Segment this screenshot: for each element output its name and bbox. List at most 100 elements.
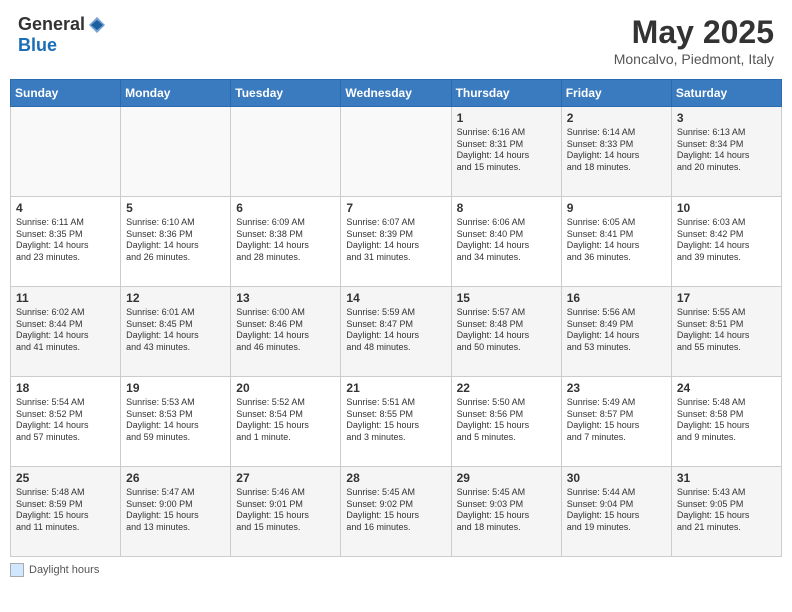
calendar-cell: 16 Sunrise: 5:56 AM Sunset: 8:49 PM Dayli… xyxy=(561,287,671,377)
day-number: 21 xyxy=(346,381,445,395)
calendar-cell: 22 Sunrise: 5:50 AM Sunset: 8:56 PM Dayli… xyxy=(451,377,561,467)
calendar-cell: 6 Sunrise: 6:09 AM Sunset: 8:38 PM Daylig… xyxy=(231,197,341,287)
day-info: Sunrise: 5:52 AM Sunset: 8:54 PM Dayligh… xyxy=(236,397,335,444)
day-info: Sunrise: 5:57 AM Sunset: 8:48 PM Dayligh… xyxy=(457,307,556,354)
day-info: Sunrise: 5:47 AM Sunset: 9:00 PM Dayligh… xyxy=(126,487,225,534)
day-info: Sunrise: 6:00 AM Sunset: 8:46 PM Dayligh… xyxy=(236,307,335,354)
calendar-cell: 15Sunrise: 5:57 AM Sunset: 8:48 PM Dayli… xyxy=(451,287,561,377)
day-info: Sunrise: 5:51 AM Sunset: 8:55 PM Dayligh… xyxy=(346,397,445,444)
day-info: Sunrise: 6:09 AM Sunset: 8:38 PM Dayligh… xyxy=(236,217,335,264)
day-info: Sunrise: 5:59 AM Sunset: 8:47 PM Dayligh… xyxy=(346,307,445,354)
day-number: 9 xyxy=(567,201,666,215)
calendar-week-5: 25Sunrise: 5:48 AM Sunset: 8:59 PM Dayli… xyxy=(11,467,782,557)
day-number: 24 xyxy=(677,381,776,395)
legend: Daylight hours xyxy=(10,563,782,577)
day-number: 26 xyxy=(126,471,225,485)
calendar-cell: 11 Sunrise: 6:02 AM Sunset: 8:44 PM Dayli… xyxy=(11,287,121,377)
calendar-cell: 30 Sunrise: 5:44 AM Sunset: 9:04 PM Dayli… xyxy=(561,467,671,557)
day-info: Sunrise: 6:14 AM Sunset: 8:33 PM Dayligh… xyxy=(567,127,666,174)
day-info: Sunrise: 5:43 AM Sunset: 9:05 PM Dayligh… xyxy=(677,487,776,534)
day-number: 2 xyxy=(567,111,666,125)
calendar-cell: 26 Sunrise: 5:47 AM Sunset: 9:00 PM Dayli… xyxy=(121,467,231,557)
day-info: Sunrise: 5:50 AM Sunset: 8:56 PM Dayligh… xyxy=(457,397,556,444)
calendar-header-tuesday: Tuesday xyxy=(231,80,341,107)
day-number: 3 xyxy=(677,111,776,125)
day-number: 23 xyxy=(567,381,666,395)
day-number: 8 xyxy=(457,201,556,215)
calendar-cell: 8Sunrise: 6:06 AM Sunset: 8:40 PM Daylig… xyxy=(451,197,561,287)
day-info: Sunrise: 6:13 AM Sunset: 8:34 PM Dayligh… xyxy=(677,127,776,174)
day-number: 10 xyxy=(677,201,776,215)
calendar-cell: 12Sunrise: 6:01 AM Sunset: 8:45 PM Dayli… xyxy=(121,287,231,377)
day-info: Sunrise: 6:10 AM Sunset: 8:36 PM Dayligh… xyxy=(126,217,225,264)
day-number: 5 xyxy=(126,201,225,215)
day-info: Sunrise: 5:45 AM Sunset: 9:02 PM Dayligh… xyxy=(346,487,445,534)
legend-box xyxy=(10,563,24,577)
calendar-table: SundayMondayTuesdayWednesdayThursdayFrid… xyxy=(10,79,782,557)
calendar-header-thursday: Thursday xyxy=(451,80,561,107)
day-number: 27 xyxy=(236,471,335,485)
calendar-cell: 28 Sunrise: 5:45 AM Sunset: 9:02 PM Dayli… xyxy=(341,467,451,557)
calendar-cell: 1Sunrise: 6:16 AM Sunset: 8:31 PM Daylig… xyxy=(451,107,561,197)
page-header: General Blue May 2025 Moncalvo, Piedmont… xyxy=(10,10,782,71)
day-number: 19 xyxy=(126,381,225,395)
calendar-cell: 23 Sunrise: 5:49 AM Sunset: 8:57 PM Dayli… xyxy=(561,377,671,467)
day-number: 28 xyxy=(346,471,445,485)
calendar-cell: 25Sunrise: 5:48 AM Sunset: 8:59 PM Dayli… xyxy=(11,467,121,557)
day-info: Sunrise: 5:46 AM Sunset: 9:01 PM Dayligh… xyxy=(236,487,335,534)
legend-label: Daylight hours xyxy=(29,564,99,576)
location-text: Moncalvo, Piedmont, Italy xyxy=(614,51,774,67)
calendar-week-1: 1Sunrise: 6:16 AM Sunset: 8:31 PM Daylig… xyxy=(11,107,782,197)
calendar-cell: 19 Sunrise: 5:53 AM Sunset: 8:53 PM Dayli… xyxy=(121,377,231,467)
calendar-cell: 2 Sunrise: 6:14 AM Sunset: 8:33 PM Daylig… xyxy=(561,107,671,197)
day-info: Sunrise: 5:49 AM Sunset: 8:57 PM Dayligh… xyxy=(567,397,666,444)
day-number: 1 xyxy=(457,111,556,125)
calendar-cell xyxy=(11,107,121,197)
day-number: 13 xyxy=(236,291,335,305)
day-number: 11 xyxy=(16,291,115,305)
day-info: Sunrise: 5:55 AM Sunset: 8:51 PM Dayligh… xyxy=(677,307,776,354)
day-info: Sunrise: 5:44 AM Sunset: 9:04 PM Dayligh… xyxy=(567,487,666,534)
calendar-header-sunday: Sunday xyxy=(11,80,121,107)
day-number: 16 xyxy=(567,291,666,305)
day-info: Sunrise: 6:02 AM Sunset: 8:44 PM Dayligh… xyxy=(16,307,115,354)
day-number: 31 xyxy=(677,471,776,485)
day-info: Sunrise: 6:05 AM Sunset: 8:41 PM Dayligh… xyxy=(567,217,666,264)
calendar-cell: 17 Sunrise: 5:55 AM Sunset: 8:51 PM Dayli… xyxy=(671,287,781,377)
calendar-cell: 31 Sunrise: 5:43 AM Sunset: 9:05 PM Dayli… xyxy=(671,467,781,557)
calendar-week-2: 4Sunrise: 6:11 AM Sunset: 8:35 PM Daylig… xyxy=(11,197,782,287)
logo: General Blue xyxy=(18,14,107,56)
month-title: May 2025 xyxy=(614,14,774,51)
day-info: Sunrise: 6:07 AM Sunset: 8:39 PM Dayligh… xyxy=(346,217,445,264)
calendar-header-monday: Monday xyxy=(121,80,231,107)
calendar-cell: 4Sunrise: 6:11 AM Sunset: 8:35 PM Daylig… xyxy=(11,197,121,287)
calendar-cell: 10Sunrise: 6:03 AM Sunset: 8:42 PM Dayli… xyxy=(671,197,781,287)
logo-icon xyxy=(87,15,107,35)
day-number: 7 xyxy=(346,201,445,215)
calendar-cell: 14 Sunrise: 5:59 AM Sunset: 8:47 PM Dayli… xyxy=(341,287,451,377)
calendar-header-wednesday: Wednesday xyxy=(341,80,451,107)
calendar-cell: 5 Sunrise: 6:10 AM Sunset: 8:36 PM Daylig… xyxy=(121,197,231,287)
calendar-cell: 18Sunrise: 5:54 AM Sunset: 8:52 PM Dayli… xyxy=(11,377,121,467)
calendar-cell xyxy=(341,107,451,197)
day-number: 30 xyxy=(567,471,666,485)
calendar-week-4: 18Sunrise: 5:54 AM Sunset: 8:52 PM Dayli… xyxy=(11,377,782,467)
calendar-cell: 21 Sunrise: 5:51 AM Sunset: 8:55 PM Dayli… xyxy=(341,377,451,467)
calendar-header-row: SundayMondayTuesdayWednesdayThursdayFrid… xyxy=(11,80,782,107)
calendar-cell: 3 Sunrise: 6:13 AM Sunset: 8:34 PM Daylig… xyxy=(671,107,781,197)
calendar-cell xyxy=(121,107,231,197)
day-number: 12 xyxy=(126,291,225,305)
calendar-header-friday: Friday xyxy=(561,80,671,107)
calendar-cell: 13 Sunrise: 6:00 AM Sunset: 8:46 PM Dayli… xyxy=(231,287,341,377)
day-number: 17 xyxy=(677,291,776,305)
calendar-cell xyxy=(231,107,341,197)
day-number: 29 xyxy=(457,471,556,485)
day-number: 22 xyxy=(457,381,556,395)
day-info: Sunrise: 5:53 AM Sunset: 8:53 PM Dayligh… xyxy=(126,397,225,444)
day-number: 20 xyxy=(236,381,335,395)
logo-blue-text: Blue xyxy=(18,35,57,56)
calendar-header-saturday: Saturday xyxy=(671,80,781,107)
day-number: 6 xyxy=(236,201,335,215)
day-number: 14 xyxy=(346,291,445,305)
day-info: Sunrise: 5:56 AM Sunset: 8:49 PM Dayligh… xyxy=(567,307,666,354)
